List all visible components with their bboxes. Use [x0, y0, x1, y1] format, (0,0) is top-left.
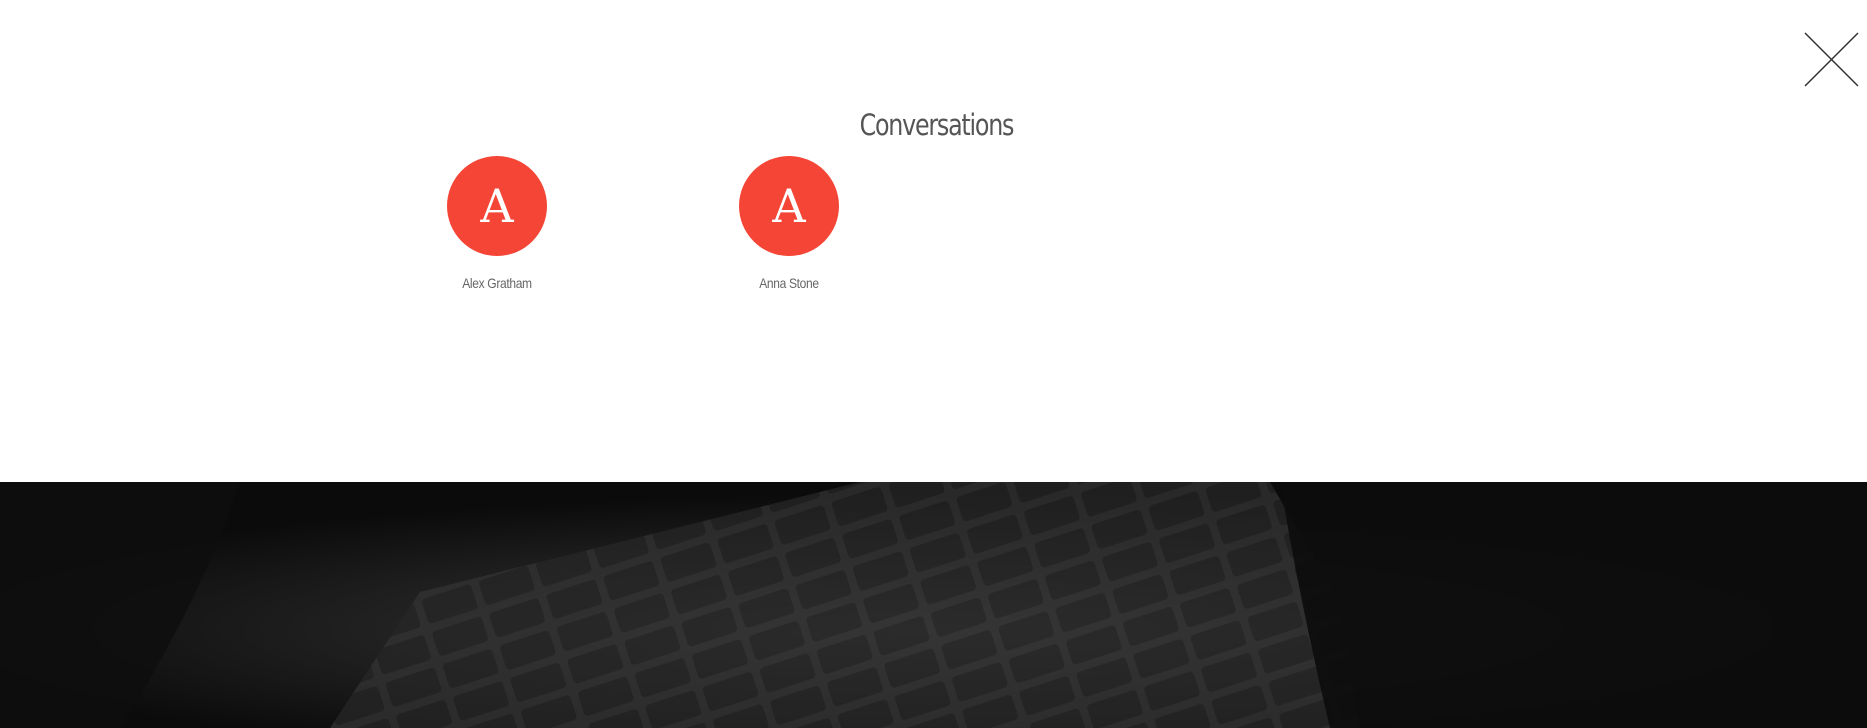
page: Conversations A Alex Gratham A Anna Ston…	[0, 0, 1867, 728]
contact-name: Alex Gratham	[462, 275, 532, 291]
page-title: Conversations	[859, 108, 1015, 142]
contact-name: Anna Stone	[759, 275, 819, 291]
background-keyboard-image	[0, 482, 1867, 728]
close-button[interactable]	[1800, 28, 1860, 88]
avatar: A	[447, 156, 547, 256]
conversations-overlay: Conversations A Alex Gratham A Anna Ston…	[0, 0, 1867, 482]
close-icon	[1804, 32, 1859, 87]
contact-item-anna-stone[interactable]: A Anna Stone	[709, 156, 869, 291]
avatar: A	[739, 156, 839, 256]
contact-item-alex-gratham[interactable]: A Alex Gratham	[417, 156, 577, 291]
